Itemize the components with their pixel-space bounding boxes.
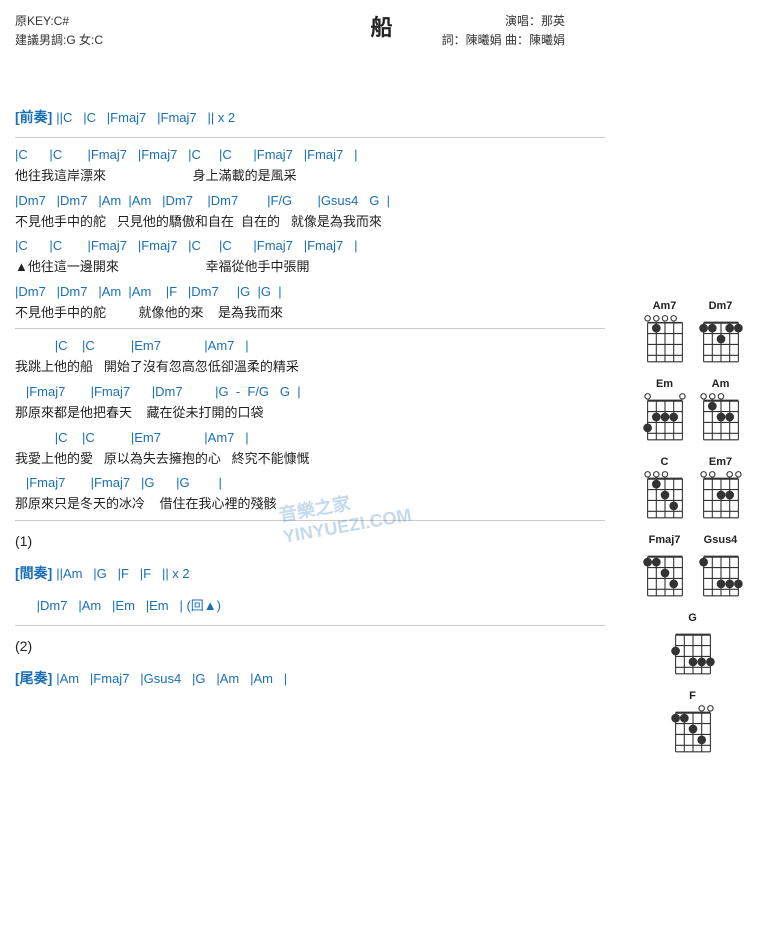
song-title: 船 — [15, 10, 750, 42]
interlude-label2: [間奏] — [15, 565, 52, 581]
chord-fmaj7-diagram — [640, 548, 690, 598]
chorus-chord4: |Fmaj7 |Fmaj7 |G |G | — [15, 472, 605, 494]
chord-row-5: G — [625, 612, 760, 676]
chord-gsus4: Gsus4 — [696, 534, 746, 598]
meta-left: 原KEY:C# 建議男調:G 女:C — [15, 12, 103, 50]
chord-g-label: G — [688, 612, 697, 624]
chord-am7-diagram — [640, 314, 690, 364]
verse1-block1: |C |C |Fmaj7 |Fmaj7 |C |C |Fmaj7 |Fmaj7 … — [15, 144, 605, 186]
meta-right: 演唱：那英 詞：陳曦娟 曲：陳曦娟 — [442, 12, 565, 50]
chord-c-label: C — [661, 456, 669, 468]
v1-chord1: |C |C |Fmaj7 |Fmaj7 |C |C |Fmaj7 |Fmaj7 … — [15, 144, 605, 166]
chord-f-diagram — [668, 704, 718, 754]
outro-label1: (2) — [15, 632, 605, 660]
chorus-block1: |C |C |Em7 |Am7 | 我跳上他的船 開始了沒有忽高忽低卻溫柔的精采 — [15, 335, 605, 377]
prelude-chords: ||C |C |Fmaj7 |Fmaj7 || x 2 — [56, 110, 235, 125]
outro-num1: (2) — [15, 638, 32, 654]
chord-em-diagram — [640, 392, 690, 442]
chord-f-label: F — [689, 690, 696, 702]
outro-label2: [尾奏] — [15, 670, 52, 686]
chorus-chord3: |C |C |Em7 |Am7 | — [15, 427, 605, 449]
chord-am-label: Am — [712, 378, 730, 390]
chord-row-6: F — [625, 690, 760, 754]
words-music: 詞：陳曦娟 曲：陳曦娟 — [442, 31, 565, 50]
chord-row-3: C — [625, 456, 760, 520]
chord-g-diagram — [668, 626, 718, 676]
divider3 — [15, 520, 605, 521]
content-area: [前奏] ||C |C |Fmaj7 |Fmaj7 || x 2 |C |C |… — [15, 103, 605, 692]
interlude-block2: |Dm7 |Am |Em |Em | (回▲) — [15, 591, 605, 619]
chord-em7-diagram — [696, 470, 746, 520]
chord-am7: Am7 — [640, 300, 690, 364]
chord-am: Am — [696, 378, 746, 442]
chord-am-diagram — [696, 392, 746, 442]
verse1-block4: |Dm7 |Dm7 |Am |Am |F |Dm7 |G |G | 不見他手中的… — [15, 281, 605, 323]
chord-row-1: Am7 — [625, 300, 760, 364]
chord-c-diagram — [640, 470, 690, 520]
chord-em7: Em7 — [696, 456, 746, 520]
chord-fmaj7: Fmaj7 — [640, 534, 690, 598]
chord-c: C — [640, 456, 690, 520]
interlude-num1: (1) — [15, 533, 32, 549]
suggestion-text: 建議男調:G 女:C — [15, 31, 103, 50]
v1-lyric2: 不見他手中的舵 只見他的驕傲和自在 自在的 就像是為我而來 — [15, 212, 605, 232]
chord-row-2: Em — [625, 378, 760, 442]
chord-em: Em — [640, 378, 690, 442]
v1-lyric3: ▲他往這一邊開來 幸福從他手中張開 — [15, 257, 605, 277]
v1-chord4: |Dm7 |Dm7 |Am |Am |F |Dm7 |G |G | — [15, 281, 605, 303]
interlude-chord1: ||Am |G |F |F || x 2 — [56, 566, 189, 581]
chord-am7-label: Am7 — [653, 300, 677, 312]
divider4 — [15, 625, 605, 626]
chord-dm7-diagram — [696, 314, 746, 364]
verse1-block3: |C |C |Fmaj7 |Fmaj7 |C |C |Fmaj7 |Fmaj7 … — [15, 235, 605, 277]
divider1 — [15, 137, 605, 138]
chord-g: G — [668, 612, 718, 676]
interlude-label1: (1) — [15, 527, 605, 555]
chord-em-label: Em — [656, 378, 673, 390]
chord-gsus4-label: Gsus4 — [704, 534, 738, 546]
prelude-section: [前奏] ||C |C |Fmaj7 |Fmaj7 || x 2 — [15, 103, 605, 131]
chord-em7-label: Em7 — [709, 456, 732, 468]
page: 原KEY:C# 建議男調:G 女:C 船 演唱：那英 詞：陳曦娟 曲：陳曦娟 音… — [0, 0, 765, 706]
interlude-block: [間奏] ||Am |G |F |F || x 2 — [15, 559, 605, 587]
v1-chord2: |Dm7 |Dm7 |Am |Am |Dm7 |Dm7 |F/G |Gsus4 … — [15, 190, 605, 212]
verse1-block2: |Dm7 |Dm7 |Am |Am |Dm7 |Dm7 |F/G |Gsus4 … — [15, 190, 605, 232]
v1-chord3: |C |C |Fmaj7 |Fmaj7 |C |C |Fmaj7 |Fmaj7 … — [15, 235, 605, 257]
outro-chords: |Am |Fmaj7 |Gsus4 |G |Am |Am | — [56, 671, 287, 686]
chorus-lyric3: 我愛上他的愛 原以為失去擁抱的心 終究不能慷慨 — [15, 449, 605, 469]
singer-label: 演唱：那英 — [442, 12, 565, 31]
chorus-chord2: |Fmaj7 |Fmaj7 |Dm7 |G - F/G G | — [15, 381, 605, 403]
chord-row-4: Fmaj7 — [625, 534, 760, 598]
v1-lyric4: 不見他手中的舵 就像他的來 是為我而來 — [15, 303, 605, 323]
chorus-lyric4: 那原來只是冬天的冰冷 借住在我心裡的殘骸 — [15, 494, 605, 514]
chorus-lyric2: 那原來都是他把春天 藏在從未打開的口袋 — [15, 403, 605, 423]
interlude-chord2: |Dm7 |Am |Em |Em | (回▲) — [15, 598, 221, 613]
divider2 — [15, 328, 605, 329]
outro-block: [尾奏] |Am |Fmaj7 |Gsus4 |G |Am |Am | — [15, 664, 605, 692]
chorus-lyric1: 我跳上他的船 開始了沒有忽高忽低卻溫柔的精采 — [15, 357, 605, 377]
chorus-block2: |Fmaj7 |Fmaj7 |Dm7 |G - F/G G | 那原來都是他把春… — [15, 381, 605, 423]
chord-f: F — [668, 690, 718, 754]
chord-dm7: Dm7 — [696, 300, 746, 364]
chorus-chord1: |C |C |Em7 |Am7 | — [15, 335, 605, 357]
chorus-block3: |C |C |Em7 |Am7 | 我愛上他的愛 原以為失去擁抱的心 終究不能慷… — [15, 427, 605, 469]
prelude-label: [前奏] — [15, 109, 52, 125]
v1-lyric1: 他往我這岸漂來 身上滿載的是風采 — [15, 166, 605, 186]
chord-fmaj7-label: Fmaj7 — [649, 534, 681, 546]
key-text: 原KEY:C# — [15, 12, 103, 31]
chord-gsus4-diagram — [696, 548, 746, 598]
chord-dm7-label: Dm7 — [709, 300, 733, 312]
chord-diagrams-panel: Am7 — [625, 300, 760, 768]
chorus-block4: |Fmaj7 |Fmaj7 |G |G | 那原來只是冬天的冰冷 借住在我心裡的… — [15, 472, 605, 514]
